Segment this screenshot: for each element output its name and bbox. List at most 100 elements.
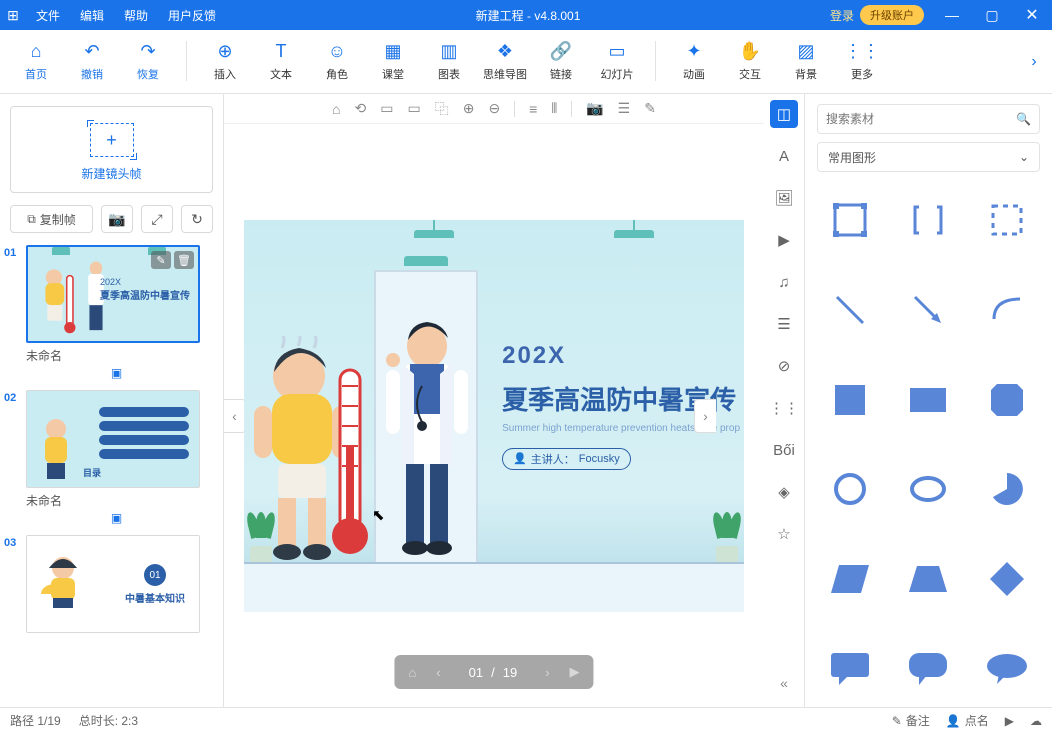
vtool-btn-9[interactable]: ◈ (770, 478, 798, 506)
fit-button[interactable]: ⤢ (141, 205, 173, 233)
shape-parallelogram[interactable] (829, 558, 871, 600)
shape-rect[interactable] (907, 379, 949, 421)
shape-brackets[interactable] (907, 199, 949, 241)
collapse-panel-button[interactable]: « (780, 675, 788, 691)
close-button[interactable]: ✕ (1012, 0, 1052, 30)
vtool-btn-5[interactable]: ☰ (770, 310, 798, 338)
canvasbar-btn[interactable]: ⿻ (435, 99, 449, 119)
search-box[interactable]: 🔍 (817, 104, 1040, 134)
shape-square[interactable] (829, 379, 871, 421)
minimize-button[interactable]: — (932, 0, 972, 30)
canvasbar-btn[interactable]: ⊖ (488, 100, 500, 117)
pager-next-button[interactable]: › (537, 665, 557, 680)
ribbon-背景[interactable]: ▨背景 (778, 41, 834, 82)
shape-trapezoid[interactable] (907, 558, 949, 600)
vtool-btn-0[interactable]: ◫ (770, 100, 798, 128)
category-select[interactable]: 常用图形 ⌄ (817, 142, 1040, 172)
canvas[interactable]: 202X 夏季高温防中暑宣传 Summer high temperature p… (244, 220, 744, 612)
ribbon-角色[interactable]: ☺角色 (309, 41, 365, 82)
ribbon-链接[interactable]: 🔗链接 (533, 41, 589, 82)
canvasbar-btn[interactable]: ⌂ (332, 101, 340, 117)
canvasbar-btn[interactable]: ⊕ (463, 100, 475, 117)
status-duration: 总时长: 2:3 (79, 712, 138, 729)
upgrade-button[interactable]: 升级账户 (860, 5, 924, 25)
canvasbar-btn[interactable]: ⫴ (551, 100, 557, 117)
slide-thumb-01[interactable]: 202X夏季高温防中暑宣传✎🗑 (26, 245, 200, 343)
shape-speech-round[interactable] (907, 648, 949, 690)
menu-help[interactable]: 帮助 (114, 7, 158, 24)
canvasbar-btn[interactable]: ✎ (644, 100, 656, 117)
canvasbar-btn[interactable]: ≡ (529, 101, 537, 117)
copy-frame-button[interactable]: ⧉复制帧 (10, 205, 93, 233)
thumb-delete-icon[interactable]: 🗑 (174, 251, 194, 269)
search-input[interactable] (826, 112, 1016, 126)
ribbon-课堂[interactable]: ▦课堂 (365, 41, 421, 82)
vtool-btn-3[interactable]: ▶ (770, 226, 798, 254)
vtool-btn-1[interactable]: A (770, 142, 798, 170)
slide-thumb-03[interactable]: 01 中暑基本知识 (26, 535, 200, 633)
status-path: 路径 1/19 (10, 712, 61, 729)
canvasbar-btn[interactable]: ⟲ (355, 100, 367, 117)
cloud-button[interactable]: ☁ (1030, 714, 1042, 728)
ribbon-幻灯片[interactable]: ▭幻灯片 (589, 41, 645, 82)
canvasbar-btn[interactable]: ▭ (407, 100, 420, 117)
slide-thumb-02[interactable]: 目录 (26, 390, 200, 488)
canvasbar-btn[interactable]: ☰ (618, 100, 631, 117)
maximize-button[interactable]: ▢ (972, 0, 1012, 30)
prev-slide-arrow[interactable]: ‹ (224, 399, 246, 433)
vertical-toolbar: ◫ A 🖼 ▶ ♫ ☰ ⊘ ⋮⋮ Bői ◈ ☆ « (764, 94, 804, 707)
ribbon-首页[interactable]: ⌂首页 (8, 41, 64, 82)
shape-ellipse-outline[interactable] (907, 468, 949, 510)
login-link[interactable]: 登录 (830, 7, 854, 24)
present-button[interactable]: ▶ (1005, 714, 1014, 728)
search-icon[interactable]: 🔍 (1016, 112, 1031, 126)
shape-pie[interactable] (986, 468, 1028, 510)
pager-home-button[interactable]: ⌂ (400, 665, 424, 680)
menu-feedback[interactable]: 用户反馈 (158, 7, 226, 24)
canvasbar-btn[interactable]: 📷 (586, 100, 603, 117)
new-frame-button[interactable]: + 新建镜头帧 (10, 106, 213, 193)
shape-arrow[interactable] (907, 289, 949, 331)
ribbon-恢复[interactable]: ↷恢复 (120, 41, 176, 82)
camera-button[interactable]: 📷 (101, 205, 133, 233)
shape-circle[interactable] (829, 468, 871, 510)
ribbon-图表[interactable]: ▥图表 (421, 41, 477, 82)
ribbon-交互[interactable]: ✋交互 (722, 41, 778, 82)
next-slide-arrow[interactable]: › (694, 399, 716, 433)
shape-curve[interactable] (986, 289, 1028, 331)
vtool-btn-7[interactable]: ⋮⋮ (770, 394, 798, 422)
vtool-btn-4[interactable]: ♫ (770, 268, 798, 296)
app-logo: ⊞ (0, 7, 26, 24)
ribbon-插入[interactable]: ⊕插入 (197, 41, 253, 82)
shape-speech-rect[interactable] (829, 648, 871, 690)
shape-clipped[interactable] (986, 379, 1028, 421)
ribbon-more-arrow[interactable]: › (1024, 53, 1044, 71)
vtool-btn-8[interactable]: Bői (770, 436, 798, 464)
vtool-btn-2[interactable]: 🖼 (770, 184, 798, 212)
remark-button[interactable]: ✎备注 (892, 712, 930, 729)
shape-frame[interactable] (829, 199, 871, 241)
titlebar: ⊞ 文件 编辑 帮助 用户反馈 新建工程 - v4.8.001 登录 升级账户 … (0, 0, 1052, 30)
ribbon-更多[interactable]: ⋮⋮更多 (834, 41, 890, 82)
transition-icon[interactable]: ▣ (14, 366, 219, 380)
pager-prev-button[interactable]: ‹ (428, 665, 448, 680)
ribbon-思维导图[interactable]: ❖思维导图 (477, 41, 533, 82)
transition-icon[interactable]: ▣ (14, 511, 219, 525)
shape-diamond[interactable] (986, 558, 1028, 600)
ribbon-动画[interactable]: ✦动画 (666, 41, 722, 82)
shape-dashed-rect[interactable] (986, 199, 1028, 241)
shape-line[interactable] (829, 289, 871, 331)
pager-play-button[interactable]: ▶ (562, 664, 588, 680)
menu-edit[interactable]: 编辑 (70, 7, 114, 24)
vtool-btn-6[interactable]: ⊘ (770, 352, 798, 380)
shape-speech-ellipse[interactable] (986, 648, 1028, 690)
canvasbar-btn[interactable]: ▭ (380, 100, 393, 117)
canvas-toolbar: ⌂ ⟲ ▭ ▭ ⿻ ⊕ ⊖ ≡ ⫴ 📷 ☰ ✎ (224, 94, 764, 124)
thumb-edit-icon[interactable]: ✎ (151, 251, 171, 269)
rollcall-button[interactable]: 👤点名 (946, 712, 989, 729)
menu-file[interactable]: 文件 (26, 7, 70, 24)
vtool-btn-10[interactable]: ☆ (770, 520, 798, 548)
ribbon-文本[interactable]: T文本 (253, 41, 309, 82)
loop-button[interactable]: ↻ (181, 205, 213, 233)
ribbon-撤销[interactable]: ↶撤销 (64, 41, 120, 82)
